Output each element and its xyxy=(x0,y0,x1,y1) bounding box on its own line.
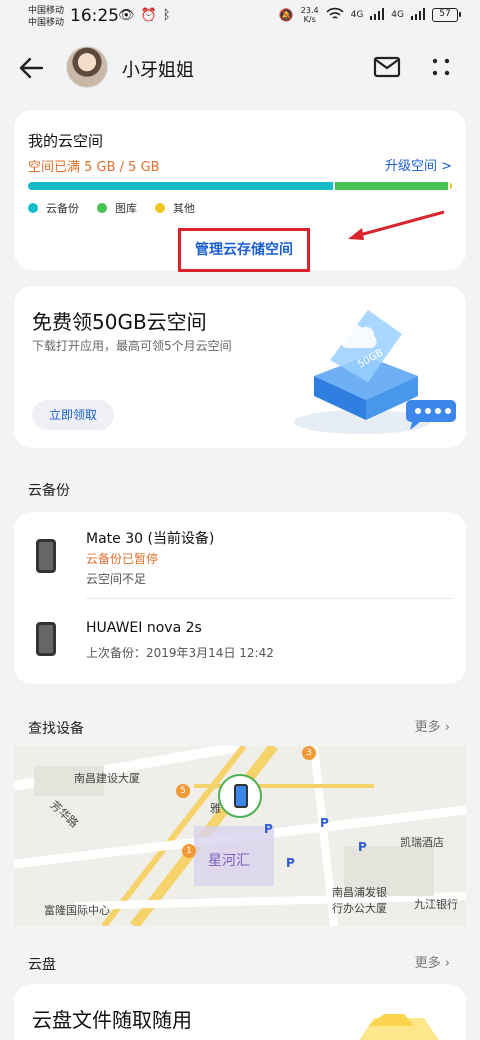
back-button[interactable] xyxy=(16,52,48,84)
phone-icon xyxy=(36,622,56,656)
phone-icon xyxy=(36,539,56,573)
disk-more-link[interactable]: 更多 › xyxy=(415,952,450,971)
map-label-center: 富隆国际中心 xyxy=(44,904,110,917)
signal-icon-2 xyxy=(411,7,425,23)
storage-legend: 云备份 图库 其他 xyxy=(28,200,195,216)
legend-label: 图库 xyxy=(115,202,137,215)
map-label-building: 南昌建设大厦 xyxy=(74,772,140,785)
status-bar: 中国移动 中国移动 16:25 👁⏰ᛒ 🔕 23.4 K/s 4G 4G 57 xyxy=(0,0,480,36)
annotation-arrow-icon xyxy=(348,210,445,240)
chevron-right-icon: › xyxy=(444,956,450,971)
network-speed: 23.4 K/s xyxy=(301,6,319,24)
status-right-icons: 🔕 23.4 K/s 4G 4G 57 xyxy=(278,6,461,24)
storage-bar-segment xyxy=(447,182,452,190)
map-poi-icon: 1 xyxy=(182,844,196,858)
parking-icon: P xyxy=(358,840,367,854)
legend-dot-icon xyxy=(97,203,107,213)
carrier-1: 中国移动 xyxy=(28,6,65,16)
page-header: 小牙姐姐 xyxy=(0,40,480,96)
storage-bar-segment xyxy=(333,182,448,190)
legend-label: 其他 xyxy=(173,202,195,215)
upgrade-link[interactable]: 升级空间 > xyxy=(385,155,452,174)
network-speed-value: 23.4 xyxy=(300,6,319,15)
disk-more-label: 更多 xyxy=(414,956,441,971)
folder-illustration xyxy=(359,1014,439,1040)
alarm-icon: ⏰ xyxy=(140,8,163,23)
eye-icon: 👁 xyxy=(118,8,141,23)
network-speed-unit: K/s xyxy=(303,15,316,24)
bluetooth-icon: ᛒ xyxy=(162,8,177,23)
backup-note: 云空间不足 xyxy=(86,572,147,586)
user-name: 小牙姐姐 xyxy=(122,60,194,81)
map-label-hotel: 凯瑞酒店 xyxy=(400,836,444,849)
device-map[interactable]: 南昌建设大厦 芳华路 星河汇 凯瑞酒店 南昌浦发银 行办公大厦 九江银行 富隆国… xyxy=(14,746,466,926)
carrier-2: 中国移动 xyxy=(28,18,65,28)
back-arrow-icon xyxy=(19,57,44,79)
device-name: Mate 30 (当前设备) xyxy=(86,531,215,547)
device-location-marker[interactable] xyxy=(218,774,262,818)
manage-storage-button[interactable]: 管理云存储空间 xyxy=(178,228,310,272)
find-device-title: 查找设备 xyxy=(28,721,84,737)
claim-button[interactable]: 立即领取 xyxy=(32,400,114,430)
storage-card: 我的云空间 空间已满 5 GB / 5 GB 升级空间 > 云备份 图库 其他 管理… xyxy=(14,110,466,272)
storage-bar-segment xyxy=(28,182,334,190)
promo-title: 免费领50GB云空间 xyxy=(32,310,207,334)
device-name: HUAWEI nova 2s xyxy=(86,620,202,636)
cloud-storage-illustration: 50GB xyxy=(294,310,456,434)
legend-dot-icon xyxy=(155,203,165,213)
chevron-right-icon: › xyxy=(444,720,450,735)
signal-1-label: 4G xyxy=(350,10,364,20)
storage-title: 我的云空间 xyxy=(28,132,104,150)
backup-card: Mate 30 (当前设备) 云备份已暂停 云空间不足 HUAWEI nova … xyxy=(14,512,466,684)
map-label-bank-2: 行办公大厦 xyxy=(332,902,387,915)
legend-item: 云备份 xyxy=(28,200,79,216)
signal-2-label: 4G xyxy=(391,10,404,20)
promo-description: 下载打开应用，最高可领5个月云空间 xyxy=(32,339,232,353)
storage-progress-bar xyxy=(28,182,452,190)
backup-status: 云备份已暂停 xyxy=(86,552,159,566)
legend-dot-icon xyxy=(28,203,38,213)
signal-icon xyxy=(370,7,385,23)
legend-item: 图库 xyxy=(97,200,137,216)
disk-section-title: 云盘 xyxy=(28,957,56,973)
legend-item: 其他 xyxy=(155,200,195,216)
parking-icon: P xyxy=(286,856,295,870)
parking-icon: P xyxy=(264,822,273,836)
map-label-bank: 南昌浦发银 xyxy=(332,886,387,899)
status-time: 16:25 xyxy=(70,6,119,26)
backup-section-title: 云备份 xyxy=(28,483,70,499)
legend-label: 云备份 xyxy=(46,202,79,215)
parking-icon: P xyxy=(320,816,329,830)
wifi-icon xyxy=(326,7,344,24)
promo-card[interactable]: 免费领50GB云空间 下载打开应用，最高可领5个月云空间 立即领取 50GB xyxy=(14,286,466,448)
find-more-label: 更多 xyxy=(414,720,441,735)
mail-icon xyxy=(373,56,401,78)
find-more-link[interactable]: 更多 › xyxy=(415,716,450,735)
four-dots-icon xyxy=(432,58,450,76)
map-poi-icon: 5 xyxy=(176,784,190,798)
map-label-bank-3: 九江银行 xyxy=(414,898,458,911)
map-label-landmark: 星河汇 xyxy=(208,853,250,869)
mail-button[interactable] xyxy=(372,54,402,80)
disk-promo-title: 云盘文件随取随用 xyxy=(32,1008,192,1032)
carrier-info: 中国移动 中国移动 xyxy=(28,5,64,29)
map-poi-icon: 3 xyxy=(302,746,316,760)
battery-icon: 57 xyxy=(432,8,461,22)
last-backup: 上次备份：2019年3月14日 12:42 xyxy=(86,646,274,660)
storage-usage: 空间已满 5 GB / 5 GB xyxy=(28,160,160,175)
cloud-disk-card[interactable]: 云盘文件随取随用 xyxy=(14,984,466,1040)
more-options-button[interactable] xyxy=(430,54,452,80)
mute-icon: 🔕 xyxy=(278,8,294,22)
device-row[interactable]: HUAWEI nova 2s 上次备份：2019年3月14日 12:42 xyxy=(14,598,466,684)
status-left-icons: 👁⏰ᛒ xyxy=(118,8,177,23)
avatar[interactable] xyxy=(66,46,108,88)
device-row[interactable]: Mate 30 (当前设备) 云备份已暂停 云空间不足 xyxy=(14,512,466,599)
phone-icon xyxy=(234,784,248,808)
